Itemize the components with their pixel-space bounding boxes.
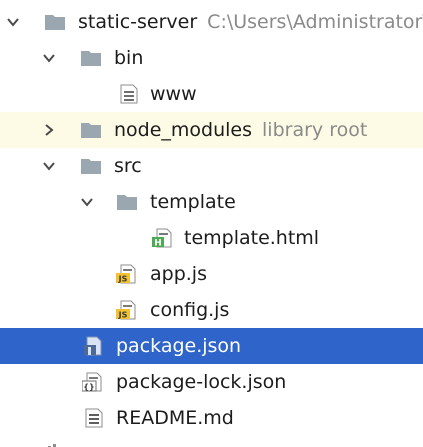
tree-row-app-js[interactable]: JS app.js bbox=[0, 256, 423, 292]
html-file-icon: H bbox=[152, 228, 172, 249]
tree-row-config-js[interactable]: JS config.js bbox=[0, 292, 423, 328]
tree-row-bin[interactable]: bin bbox=[0, 40, 423, 76]
tree-item-label: package-lock.json bbox=[116, 371, 287, 393]
json-badge: {} bbox=[83, 383, 94, 392]
tree-item-label: src bbox=[114, 155, 142, 177]
markdown-file-icon bbox=[85, 408, 103, 428]
folder-icon bbox=[117, 195, 137, 210]
tree-row-package-json[interactable]: package.json bbox=[0, 328, 423, 364]
tree-row-node-modules[interactable]: node_modules library root bbox=[0, 112, 423, 148]
chevron-down-icon[interactable] bbox=[6, 15, 20, 29]
tree-item-label: README.md bbox=[116, 407, 234, 429]
tree-item-label: template bbox=[150, 191, 236, 213]
tree-item-label: package.json bbox=[116, 335, 242, 357]
tree-item-label: node_modules library root bbox=[114, 119, 368, 141]
tree-row-template-html[interactable]: H template.html bbox=[0, 220, 423, 256]
json-file-icon: {} bbox=[82, 372, 102, 392]
folder-icon bbox=[81, 51, 101, 66]
tree-item-label: www bbox=[150, 83, 197, 105]
external-libraries-icon bbox=[48, 444, 56, 447]
js-file-icon: JS bbox=[116, 264, 136, 284]
text-file-icon bbox=[120, 84, 138, 104]
tree-row-package-lock-json[interactable]: {} package-lock.json bbox=[0, 364, 423, 400]
html-badge: H bbox=[154, 239, 162, 249]
tree-row-www[interactable]: www bbox=[0, 76, 423, 112]
folder-icon bbox=[45, 15, 65, 30]
library-root-hint: library root bbox=[262, 119, 368, 141]
js-badge: JS bbox=[118, 275, 128, 284]
tree-row-template[interactable]: template bbox=[0, 184, 423, 220]
tree-row-static-server[interactable]: static-server C:\Users\Administrator\ bbox=[0, 4, 423, 40]
chevron-down-icon[interactable] bbox=[80, 195, 94, 209]
folder-icon bbox=[81, 159, 101, 174]
npm-package-icon bbox=[84, 336, 102, 356]
tree-row-src[interactable]: src bbox=[0, 148, 423, 184]
tree-item-label: bin bbox=[114, 47, 144, 69]
tree-item-label: app.js bbox=[150, 263, 207, 285]
js-file-icon: JS bbox=[116, 300, 136, 320]
tree-row-readme[interactable]: README.md bbox=[0, 400, 423, 436]
chevron-down-icon[interactable] bbox=[42, 159, 56, 173]
next-row-partial bbox=[40, 437, 240, 447]
folder-icon bbox=[81, 123, 101, 138]
js-badge: JS bbox=[118, 311, 128, 320]
tree-item-label: config.js bbox=[150, 299, 230, 321]
chevron-right-icon[interactable] bbox=[42, 123, 56, 137]
tree-item-label: static-server C:\Users\Administrator\ bbox=[78, 10, 423, 34]
project-tree: static-server C:\Users\Administrator\ bin… bbox=[0, 4, 423, 436]
path-hint: C:\Users\Administrator\ bbox=[207, 11, 423, 33]
chevron-down-icon[interactable] bbox=[42, 51, 56, 65]
tree-item-label: template.html bbox=[184, 227, 320, 249]
